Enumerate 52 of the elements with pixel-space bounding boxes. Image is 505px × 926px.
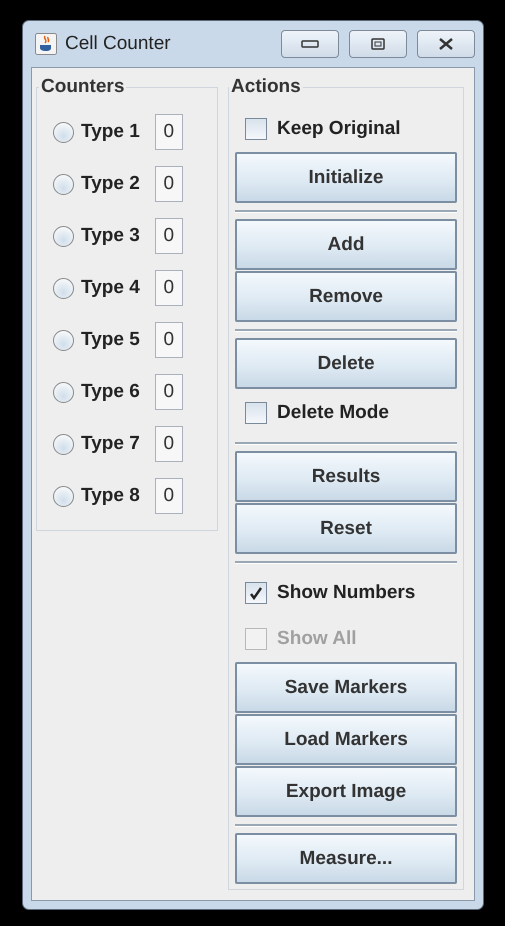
minimize-button[interactable] bbox=[281, 30, 339, 58]
radio-button[interactable] bbox=[53, 382, 74, 402]
action-button[interactable]: Add bbox=[235, 219, 457, 270]
counter-label: Type 2 bbox=[81, 173, 140, 195]
window-title: Cell Counter bbox=[65, 33, 172, 55]
minimize-icon bbox=[301, 40, 319, 48]
checkbox[interactable] bbox=[245, 118, 268, 140]
action-button[interactable]: Results bbox=[235, 451, 457, 502]
counter-label: Type 5 bbox=[81, 329, 140, 351]
action-button[interactable]: Save Markers bbox=[235, 662, 457, 713]
action-button[interactable]: Load Markers bbox=[235, 714, 457, 765]
action-button[interactable]: Reset bbox=[235, 503, 457, 554]
count-field: 0 bbox=[154, 322, 183, 358]
radio-button[interactable] bbox=[53, 278, 74, 298]
counter-label: Type 7 bbox=[81, 433, 140, 455]
close-button[interactable] bbox=[417, 30, 475, 58]
action-button[interactable]: Export Image bbox=[235, 766, 457, 817]
checkbox-label: Show All bbox=[277, 628, 357, 650]
radio-button[interactable] bbox=[53, 434, 74, 454]
counter-label: Type 6 bbox=[81, 381, 140, 403]
counter-label: Type 3 bbox=[81, 225, 140, 247]
count-field: 0 bbox=[154, 478, 183, 514]
count-field: 0 bbox=[154, 270, 183, 306]
counter-label: Type 8 bbox=[81, 485, 140, 507]
radio-button[interactable] bbox=[53, 226, 74, 246]
count-field: 0 bbox=[154, 166, 183, 202]
action-button[interactable]: Initialize bbox=[235, 152, 457, 203]
maximize-button[interactable] bbox=[349, 30, 407, 58]
counter-label: Type 4 bbox=[81, 277, 140, 299]
count-field: 0 bbox=[154, 114, 183, 150]
count-field: 0 bbox=[154, 218, 183, 254]
count-field: 0 bbox=[154, 374, 183, 410]
checkbox[interactable] bbox=[245, 402, 268, 424]
counter-label: Type 1 bbox=[81, 121, 140, 143]
counters-title: Counters bbox=[40, 76, 126, 98]
checkbox-label: Keep Original bbox=[277, 118, 401, 140]
checkbox[interactable] bbox=[245, 582, 268, 604]
radio-button[interactable] bbox=[53, 122, 74, 142]
action-button[interactable]: Measure... bbox=[235, 833, 457, 884]
action-button[interactable]: Remove bbox=[235, 271, 457, 322]
close-icon bbox=[437, 37, 455, 51]
checkbox-label: Delete Mode bbox=[277, 402, 389, 424]
check-icon bbox=[249, 586, 264, 600]
count-field: 0 bbox=[154, 426, 183, 462]
maximize-icon bbox=[371, 38, 385, 50]
radio-button[interactable] bbox=[53, 486, 74, 506]
action-button[interactable]: Delete bbox=[235, 338, 457, 389]
radio-button[interactable] bbox=[53, 174, 74, 194]
checkbox-label: Show Numbers bbox=[277, 582, 416, 604]
radio-button[interactable] bbox=[53, 330, 74, 350]
actions-title: Actions bbox=[230, 76, 302, 98]
coffee-cup-icon bbox=[35, 33, 57, 55]
